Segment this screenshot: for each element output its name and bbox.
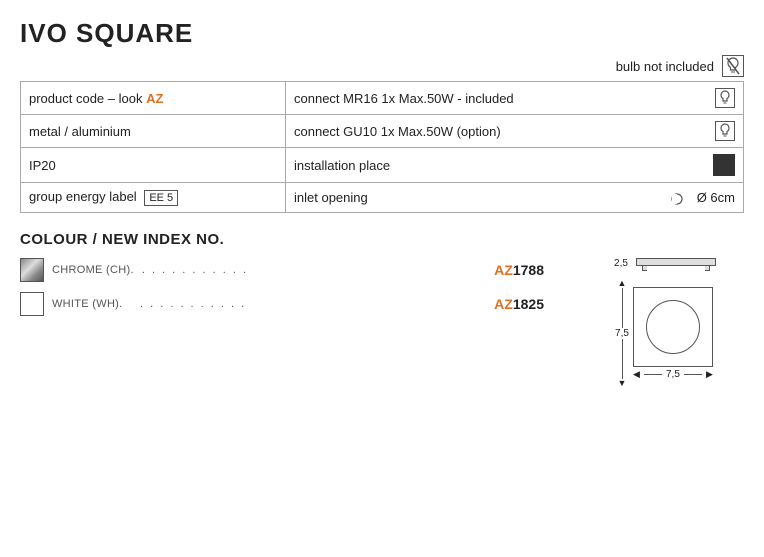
colour-code-white: AZ1825 [494, 296, 544, 312]
bulb-not-included-text: bulb not included [616, 59, 714, 74]
product-code-az: AZ [146, 91, 163, 106]
dim-bottom: ◀ 7,5 ▶ [633, 369, 713, 380]
energy-label-text: group energy label [29, 189, 137, 204]
colour-code-chrome: AZ1788 [494, 262, 544, 278]
energy-badge: EE 5 [144, 190, 178, 206]
installation-place-text: installation place [294, 158, 390, 173]
ip-rating: IP20 [29, 158, 56, 173]
specs-row-4: group energy label EE 5 inlet opening Ø … [21, 183, 744, 213]
dim-top-label: 2,5 [614, 258, 628, 269]
colour-list: CHROME (CH). . . . . . . . . . . . AZ178… [20, 258, 544, 388]
bulb-not-included-icon [722, 55, 744, 77]
connect-gu10-icon [715, 121, 735, 141]
connect-mr16-text: connect MR16 1x Max.50W - included [294, 91, 514, 106]
inlet-diameter: Ø 6cm [671, 190, 735, 205]
installation-place-icon [713, 154, 735, 176]
front-view-square [633, 287, 713, 367]
colour-section: COLOUR / NEW INDEX NO. CHROME (CH). . . … [20, 231, 744, 388]
colour-swatch-chrome [20, 258, 44, 282]
specs-table: product code – look AZ connect MR16 1x M… [20, 81, 744, 213]
specs-row-2: metal / aluminium connect GU10 1x Max.50… [21, 115, 744, 148]
dim-side-label: ▲ 7,5 ▼ [615, 279, 629, 388]
front-view-circle [646, 300, 700, 354]
colour-swatch-white [20, 292, 44, 316]
product-diagram: 2,5 [584, 258, 744, 388]
colour-item-white: WHITE (WH). . . . . . . . . . . . AZ1825 [20, 292, 544, 316]
colour-section-title: COLOUR / NEW INDEX NO. [20, 231, 744, 248]
colour-dots-chrome: . . . . . . . . . . . [142, 264, 486, 276]
specs-row-1: product code – look AZ connect MR16 1x M… [21, 82, 744, 115]
colour-dots-white: . . . . . . . . . . . [140, 298, 486, 310]
product-code-label: product code – look [29, 91, 142, 106]
colour-item-chrome: CHROME (CH). . . . . . . . . . . . AZ178… [20, 258, 544, 282]
connect-mr16-icon [715, 88, 735, 108]
page-title: IVO SQUARE [20, 18, 744, 49]
material-label: metal / aluminium [29, 124, 131, 139]
specs-row-3: IP20 installation place [21, 148, 744, 183]
colour-label-chrome: CHROME (CH). [52, 264, 134, 276]
colour-label-white: WHITE (WH). [52, 298, 132, 310]
connect-gu10-text: connect GU10 1x Max.50W (option) [294, 124, 501, 139]
inlet-opening-text: inlet opening [294, 190, 368, 205]
